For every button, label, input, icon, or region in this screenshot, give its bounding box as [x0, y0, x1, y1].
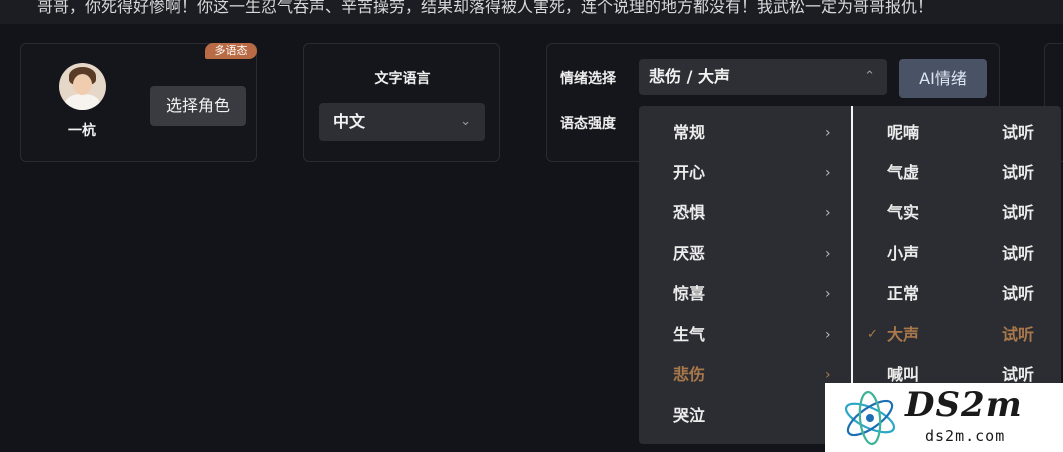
ai-emotion-button[interactable]: AI情绪 [899, 59, 987, 98]
select-role-button[interactable]: 选择角色 [150, 86, 246, 126]
emotion-select[interactable]: 悲伤 / 大声 ⌃ [639, 59, 887, 95]
role-panel: 一杭 选择角色 多语态 [20, 43, 257, 162]
intensity-label: 语态强度 [560, 116, 616, 132]
category-item[interactable]: 常规 › [639, 113, 851, 153]
multi-voice-badge: 多语态 [205, 43, 257, 59]
emotion-select-value: 悲伤 / 大声 [649, 67, 730, 86]
category-item[interactable]: 厌恶 › [639, 234, 851, 274]
preview-button[interactable]: 试听 [1002, 193, 1034, 233]
avatar[interactable] [59, 63, 106, 110]
option-item-selected[interactable]: ✓ 大声 试听 [853, 315, 1061, 355]
watermark: DS2m ds2m.com [825, 383, 1063, 452]
narration-text: 哥哥，你死得好惨啊！你这一生忍气吞声、辛苦操劳，结果却落得被人害死，连个说理的地… [0, 0, 1063, 24]
option-item[interactable]: 气实 试听 [853, 193, 1061, 233]
preview-button[interactable]: 试听 [1002, 153, 1034, 193]
preview-button[interactable]: 试听 [1002, 315, 1034, 355]
category-item[interactable]: 哭泣 [639, 396, 851, 436]
chevron-right-icon: › [825, 327, 831, 343]
chevron-right-icon: › [825, 246, 831, 262]
chevron-right-icon: › [825, 205, 831, 221]
option-item[interactable]: 气虚 试听 [853, 153, 1061, 193]
preview-button[interactable]: 试听 [1002, 113, 1034, 153]
chevron-up-icon: ⌃ [864, 69, 875, 84]
emotion-select-label: 情绪选择 [560, 71, 616, 87]
option-item[interactable]: 呢喃 试听 [853, 113, 1061, 153]
text-language-label: 文字语言 [374, 71, 431, 87]
chevron-down-icon: ⌄ [460, 114, 471, 129]
category-item-active[interactable]: 悲伤 › [639, 355, 851, 395]
chevron-right-icon: › [825, 125, 831, 141]
category-item[interactable]: 开心 › [639, 153, 851, 193]
language-select[interactable]: 中文 ⌄ [319, 103, 485, 141]
category-item[interactable]: 生气 › [639, 315, 851, 355]
atom-logo-icon [844, 390, 896, 446]
watermark-logo-text: DS2m [905, 385, 1023, 425]
language-select-value: 中文 [333, 112, 366, 131]
emotion-category-list: 常规 › 开心 › 恐惧 › 厌恶 › 惊喜 › 生气 › 悲伤 › 哭泣 [639, 106, 851, 444]
preview-button[interactable]: 试听 [1002, 274, 1034, 314]
option-item[interactable]: 正常 试听 [853, 274, 1061, 314]
language-panel: 文字语言 中文 ⌄ [303, 43, 500, 162]
role-name: 一杭 [68, 123, 96, 139]
chevron-right-icon: › [825, 165, 831, 181]
preview-button[interactable]: 试听 [1002, 234, 1034, 274]
category-item[interactable]: 恐惧 › [639, 193, 851, 233]
watermark-domain: ds2m.com [925, 427, 1006, 445]
option-item[interactable]: 小声 试听 [853, 234, 1061, 274]
chevron-right-icon: › [825, 286, 831, 302]
category-item[interactable]: 惊喜 › [639, 274, 851, 314]
check-icon: ✓ [867, 327, 878, 342]
